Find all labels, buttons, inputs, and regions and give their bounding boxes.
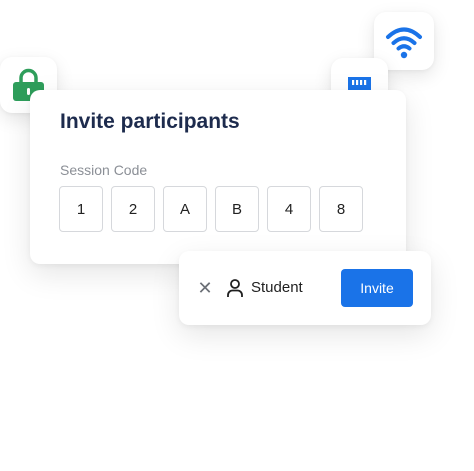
user-icon xyxy=(227,279,243,297)
invite-button[interactable]: Invite xyxy=(341,269,413,307)
invite-participants-card: Invite participants Session Code 1 2 A B… xyxy=(30,90,406,264)
code-digit-1[interactable]: 1 xyxy=(59,186,103,232)
code-digit-2[interactable]: 2 xyxy=(111,186,155,232)
session-code-row: 1 2 A B 4 8 xyxy=(59,186,363,232)
role-label: Student xyxy=(251,279,303,296)
page-title: Invite participants xyxy=(60,110,240,133)
code-digit-5[interactable]: 4 xyxy=(267,186,311,232)
code-digit-3[interactable]: A xyxy=(163,186,207,232)
code-digit-4[interactable]: B xyxy=(215,186,259,232)
close-icon[interactable]: ✕ xyxy=(197,278,213,298)
invite-student-bar: ✕ Student Invite xyxy=(179,251,431,325)
session-code-label: Session Code xyxy=(60,162,148,178)
code-digit-6[interactable]: 8 xyxy=(319,186,363,232)
